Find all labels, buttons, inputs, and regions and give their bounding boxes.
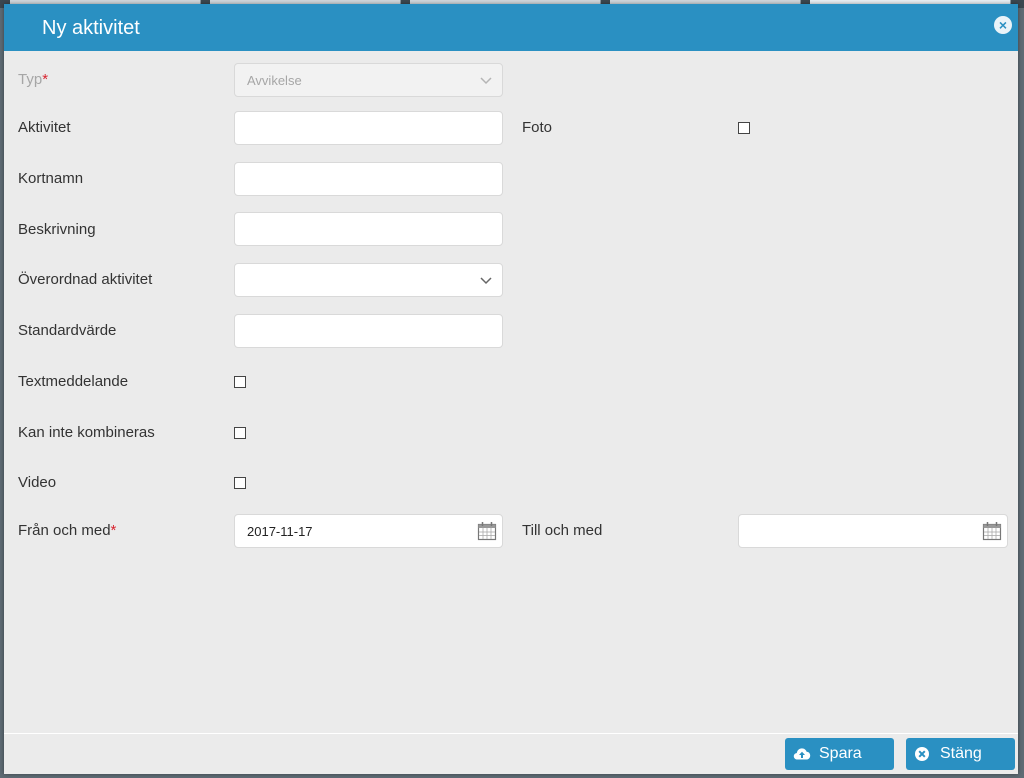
dialog-titlebar: Ny aktivitet × bbox=[4, 4, 1018, 51]
field-label-overordnad-aktivitet: Överordnad aktivitet bbox=[18, 271, 153, 288]
required-marker: * bbox=[42, 71, 49, 88]
field-label-beskrivning: Beskrivning bbox=[18, 221, 96, 238]
field-label-till-och-med: Till och med bbox=[522, 522, 603, 539]
cloud-upload-icon bbox=[793, 748, 811, 760]
field-label-kortnamn: Kortnamn bbox=[18, 170, 84, 187]
aktivitet-input[interactable] bbox=[234, 111, 503, 145]
standardvarde-input[interactable] bbox=[234, 314, 503, 348]
chevron-down-icon bbox=[480, 77, 492, 85]
close-button-label: Stäng bbox=[940, 745, 982, 762]
calendar-icon[interactable] bbox=[982, 521, 1002, 541]
field-label-video: Video bbox=[18, 474, 57, 491]
field-label-foto: Foto bbox=[522, 119, 553, 136]
chevron-down-icon bbox=[480, 277, 492, 285]
till-och-med-input[interactable] bbox=[738, 514, 1008, 548]
calendar-icon[interactable] bbox=[477, 521, 497, 541]
fran-och-med-datepicker bbox=[234, 514, 503, 548]
textmeddelande-checkbox[interactable] bbox=[234, 376, 246, 388]
dialog-title: Ny aktivitet bbox=[42, 17, 140, 39]
typ-select-value: Avvikelse bbox=[247, 73, 302, 88]
field-label-textmeddelande: Textmeddelande bbox=[18, 373, 129, 390]
close-button[interactable]: Stäng bbox=[906, 738, 1015, 770]
field-label-typ: Typ* bbox=[18, 71, 49, 88]
video-checkbox[interactable] bbox=[234, 477, 246, 489]
field-label-standardvarde: Standardvärde bbox=[18, 322, 117, 339]
foto-checkbox[interactable] bbox=[738, 122, 750, 134]
beskrivning-input[interactable] bbox=[234, 212, 503, 246]
field-label-kan-inte-kombineras: Kan inte kombineras bbox=[18, 424, 155, 441]
typ-select: Avvikelse bbox=[234, 63, 503, 97]
kan-inte-kombineras-checkbox[interactable] bbox=[234, 427, 246, 439]
save-button[interactable]: Spara bbox=[785, 738, 894, 770]
till-och-med-datepicker bbox=[738, 514, 1008, 548]
field-label-fran-och-med: Från och med* bbox=[18, 522, 117, 539]
fran-och-med-input[interactable] bbox=[234, 514, 503, 548]
field-label-aktivitet: Aktivitet bbox=[18, 119, 71, 136]
overordnad-aktivitet-select[interactable] bbox=[234, 263, 503, 297]
close-icon[interactable]: × bbox=[994, 16, 1012, 34]
close-circle-icon bbox=[915, 747, 929, 761]
new-activity-dialog: Ny aktivitet × Typ* Avvikelse Aktivitet … bbox=[4, 4, 1018, 774]
save-button-label: Spara bbox=[819, 745, 862, 762]
required-marker: * bbox=[110, 522, 117, 539]
footer-divider bbox=[4, 733, 1018, 734]
kortnamn-input[interactable] bbox=[234, 162, 503, 196]
